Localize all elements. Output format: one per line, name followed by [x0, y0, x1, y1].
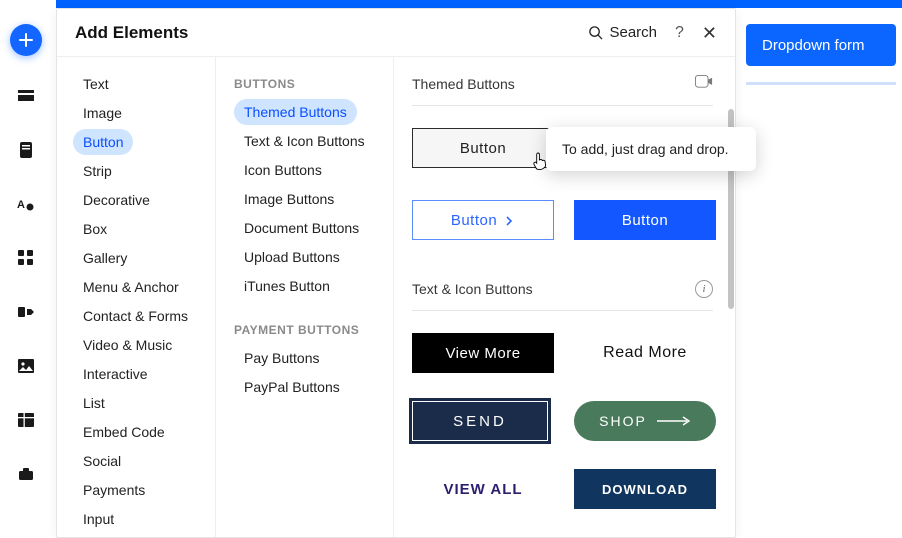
drag-drop-tooltip: To add, just drag and drop. [546, 127, 756, 171]
category-item-embed-code[interactable]: Embed Code [73, 419, 175, 445]
subcategory-item-itunes-button[interactable]: iTunes Button [234, 273, 340, 299]
sample-button-label: SEND [453, 413, 507, 430]
add-element-button[interactable] [10, 24, 42, 56]
plus-icon [18, 32, 34, 48]
subcategory-list: BUTTONS Themed Buttons Text & Icon Buttons… [215, 57, 393, 537]
category-item-contact-forms[interactable]: Contact & Forms [73, 303, 198, 329]
search-label: Search [609, 24, 657, 41]
sample-button-label: VIEW ALL [443, 481, 522, 498]
info-icon[interactable]: i [695, 280, 713, 298]
subcategory-item-themed-buttons[interactable]: Themed Buttons [234, 99, 357, 125]
subcategory-item-upload-buttons[interactable]: Upload Buttons [234, 244, 350, 270]
category-item-input[interactable]: Input [73, 506, 124, 532]
sample-button[interactable]: VIEW ALL [412, 469, 554, 509]
subcategory-item-text-icon-buttons[interactable]: Text & Icon Buttons [234, 128, 375, 154]
sample-button[interactable]: Read More [574, 333, 716, 373]
chevron-right-icon [503, 214, 515, 226]
category-item-video-music[interactable]: Video & Music [73, 332, 182, 358]
category-item-text[interactable]: Text [73, 71, 119, 97]
svg-text:A: A [17, 199, 25, 211]
search-icon [588, 25, 603, 40]
business-icon[interactable] [12, 460, 40, 488]
category-item-social[interactable]: Social [73, 448, 131, 474]
category-item-cms[interactable]: CMS [73, 535, 124, 537]
sample-button-label: View More [445, 345, 520, 362]
sample-button[interactable]: Button [412, 200, 554, 240]
subcategory-item-paypal-buttons[interactable]: PayPal Buttons [234, 374, 350, 400]
category-item-box[interactable]: Box [73, 216, 117, 242]
plugin-icon[interactable] [12, 298, 40, 326]
panel-title: Add Elements [75, 23, 188, 43]
sample-button-label: Read More [603, 344, 687, 362]
category-item-decorative[interactable]: Decorative [73, 187, 160, 213]
subgroup-header: PAYMENT BUTTONS [234, 323, 393, 337]
category-item-strip[interactable]: Strip [73, 158, 122, 184]
add-elements-panel: Add Elements Search ? ✕ Text Image Button S… [56, 8, 736, 538]
sample-button[interactable]: SHOP [574, 401, 716, 441]
subcategory-item-image-buttons[interactable]: Image Buttons [234, 186, 344, 212]
sample-button[interactable]: DOWNLOAD [574, 469, 716, 509]
dropdown-form-label: Dropdown form [762, 37, 865, 54]
page-icon[interactable] [12, 136, 40, 164]
left-toolbar: A [0, 0, 52, 538]
pointer-cursor-icon [532, 152, 548, 175]
sample-button-label: DOWNLOAD [602, 482, 688, 497]
sections-icon[interactable] [12, 82, 40, 110]
design-icon[interactable]: A [12, 190, 40, 218]
data-icon[interactable] [12, 406, 40, 434]
category-item-button[interactable]: Button [73, 129, 133, 155]
canvas-dropdown-form[interactable]: Dropdown form [746, 24, 896, 66]
close-icon[interactable]: ✕ [702, 24, 717, 42]
sample-button[interactable]: Button [574, 200, 716, 240]
section-title-themed: Themed Buttons [412, 76, 515, 92]
help-icon[interactable]: ? [675, 24, 684, 42]
section-title-texticon: Text & Icon Buttons [412, 281, 533, 297]
category-item-interactive[interactable]: Interactive [73, 361, 158, 387]
category-item-list[interactable]: List [73, 390, 115, 416]
dropdown-underline [746, 82, 896, 85]
category-item-gallery[interactable]: Gallery [73, 245, 137, 271]
apps-grid-icon[interactable] [12, 244, 40, 272]
sample-button-label: SHOP [599, 413, 647, 429]
sample-button-label: Button [451, 212, 497, 229]
category-item-payments[interactable]: Payments [73, 477, 155, 503]
sample-button-label: Button [622, 212, 668, 229]
search-button[interactable]: Search [588, 24, 657, 41]
panel-header: Add Elements Search ? ✕ [57, 9, 735, 57]
category-item-image[interactable]: Image [73, 100, 132, 126]
preset-video-icon[interactable] [695, 75, 713, 93]
subcategory-item-icon-buttons[interactable]: Icon Buttons [234, 157, 332, 183]
subcategory-item-pay-buttons[interactable]: Pay Buttons [234, 345, 330, 371]
sample-button[interactable]: SEND [412, 401, 548, 441]
sample-button-label: Button [460, 140, 506, 157]
tooltip-text: To add, just drag and drop. [562, 141, 729, 157]
category-list: Text Image Button Strip Decorative Box Gallery… [57, 57, 215, 537]
category-item-menu-anchor[interactable]: Menu & Anchor [73, 274, 189, 300]
arrow-right-icon [657, 413, 691, 429]
subgroup-header: BUTTONS [234, 77, 393, 91]
subcategory-item-document-buttons[interactable]: Document Buttons [234, 215, 369, 241]
top-accent-bar [56, 0, 902, 8]
sample-button[interactable]: View More [412, 333, 554, 373]
media-icon[interactable] [12, 352, 40, 380]
